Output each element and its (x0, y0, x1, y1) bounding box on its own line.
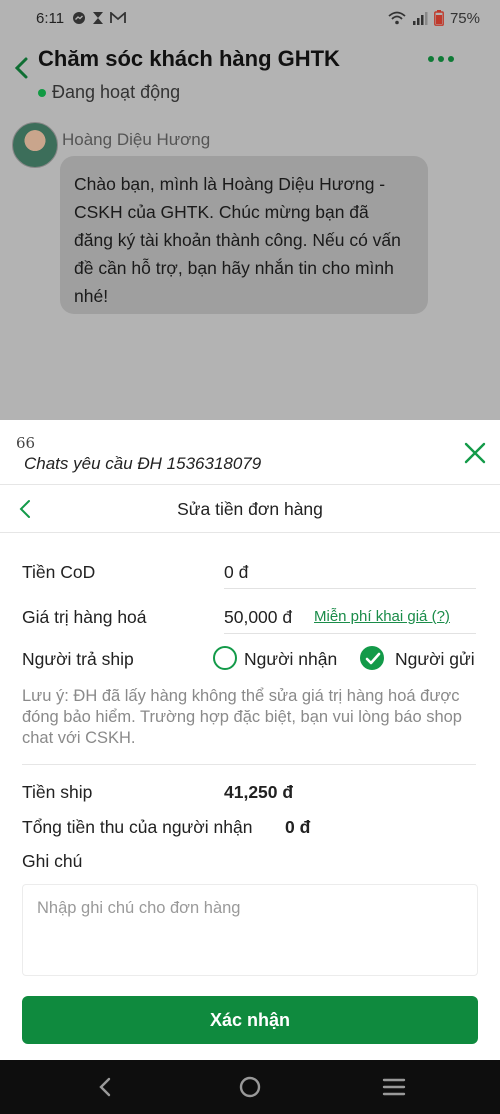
notification-icons (72, 11, 126, 25)
ship-fee-label: Tiền ship (22, 782, 93, 802)
back-arrow-icon[interactable] (10, 56, 34, 80)
agent-avatar[interactable] (12, 122, 58, 168)
online-dot-icon (38, 88, 46, 97)
chat-header: Chăm sóc khách hàng GHTK Đang hoạt động (0, 36, 500, 116)
divider (0, 532, 500, 533)
checkmark-icon (365, 652, 381, 665)
total-label: Tổng tiền thu của người nhận (22, 817, 253, 837)
total-value: 0 đ (285, 817, 311, 837)
nav-recents-icon[interactable] (381, 1074, 407, 1100)
status-bar: 6:11 75% (0, 0, 500, 36)
quote-icon: 66 (16, 434, 36, 452)
hourglass-icon (93, 12, 104, 24)
chat-background: 6:11 75% Chăm sóc khách hàng GHTK Đang h… (0, 0, 500, 420)
goods-value-underline (224, 633, 476, 634)
remark-label: Ghi chú (22, 851, 83, 871)
status-time: 6:11 (36, 9, 65, 27)
nav-back-icon[interactable] (93, 1074, 119, 1100)
divider (22, 764, 476, 765)
ship-payer-label: Người trả ship (22, 649, 134, 669)
goods-value-label: Giá trị hàng hoá (22, 607, 147, 627)
dot-icon (438, 56, 444, 62)
chat-title: Chăm sóc khách hàng GHTK (38, 46, 340, 71)
message-bubble: Chào bạn, mình là Hoàng Diệu Hương - CSK… (60, 156, 428, 314)
cod-label: Tiền CoD (22, 562, 96, 582)
dot-icon (428, 56, 434, 62)
request-title: Chats yêu cầu ĐH 1536318079 (24, 454, 262, 473)
online-status-text: Đang hoạt động (52, 82, 181, 102)
agent-name: Hoàng Diệu Hương (62, 130, 211, 149)
receiver-radio[interactable] (213, 646, 237, 670)
close-icon[interactable] (462, 440, 488, 466)
receiver-radio-label[interactable]: Người nhận (244, 649, 337, 670)
status-right: 75% (388, 10, 480, 27)
online-status: Đang hoạt động (38, 82, 180, 103)
insurance-note: Lưu ý: ĐH đã lấy hàng không thể sửa giá … (22, 687, 462, 747)
system-nav-bar (0, 1060, 500, 1114)
signal-icon (412, 12, 428, 25)
nav-home-icon[interactable] (237, 1074, 263, 1100)
battery-percent: 75% (449, 9, 480, 27)
battery-icon (434, 10, 444, 26)
cod-underline (224, 588, 476, 589)
ship-fee-value: 41,250 đ (224, 782, 294, 802)
messenger-icon (73, 12, 86, 24)
confirm-button[interactable]: Xác nhận (22, 996, 478, 1044)
goods-value-input[interactable]: 50,000 đ (224, 607, 292, 628)
edit-order-sheet: 66 Chats yêu cầu ĐH 1536318079 Sửa tiền … (0, 420, 500, 1060)
form-title: Sửa tiền đơn hàng (177, 499, 323, 519)
free-declare-link[interactable]: Miễn phí khai giá (?) (314, 608, 450, 625)
gmail-icon (110, 12, 126, 23)
sender-radio-label[interactable]: Người gửi (395, 649, 475, 670)
form-header: Sửa tiền đơn hàng (0, 485, 500, 533)
dot-icon (448, 56, 454, 62)
cod-input[interactable]: 0 đ (224, 562, 248, 583)
remark-input[interactable] (22, 884, 478, 976)
wifi-icon (388, 11, 406, 25)
more-options-button[interactable] (428, 56, 454, 62)
sender-radio[interactable] (360, 646, 384, 670)
